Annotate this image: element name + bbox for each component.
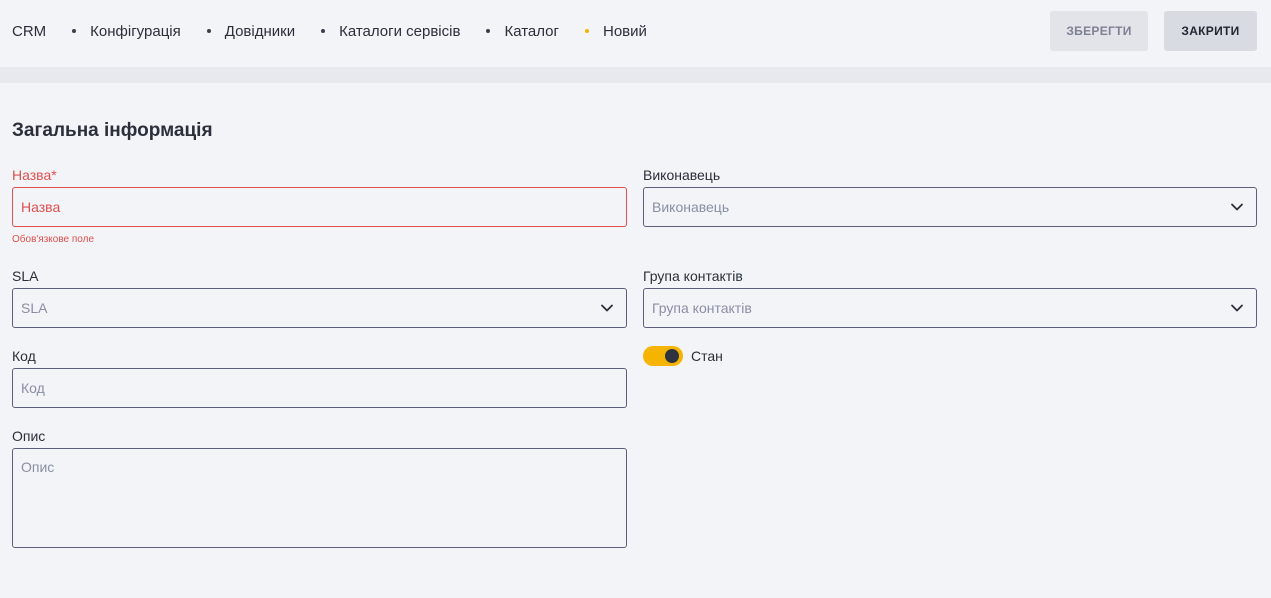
- breadcrumb-label[interactable]: CRM: [12, 23, 46, 40]
- breadcrumb-label[interactable]: Каталоги сервісів: [339, 23, 460, 40]
- name-error-message: Обов'язкове поле: [12, 234, 95, 245]
- executor-label: Виконавець: [643, 167, 721, 183]
- state-toggle[interactable]: [643, 346, 683, 366]
- code-label: Код: [12, 348, 36, 364]
- contact-group-select[interactable]: Група контактів: [643, 288, 1257, 328]
- state-label: Стан: [691, 348, 723, 364]
- breadcrumb-item-new: Новий: [584, 22, 647, 40]
- breadcrumb-item-directories[interactable]: Довідники: [206, 23, 295, 40]
- divider: [0, 67, 1271, 83]
- breadcrumb-item-configuration[interactable]: Конфігурація: [72, 23, 181, 40]
- executor-placeholder: Виконавець: [652, 199, 730, 215]
- breadcrumb-label[interactable]: Конфігурація: [90, 23, 181, 40]
- sla-label: SLA: [12, 268, 39, 284]
- breadcrumb-label[interactable]: Каталог: [504, 23, 559, 40]
- bullet-icon: [72, 29, 77, 33]
- bullet-icon: [486, 29, 491, 33]
- executor-select[interactable]: Виконавець: [643, 187, 1257, 227]
- breadcrumb-item-crm[interactable]: CRM: [12, 23, 46, 40]
- top-bar: CRM Конфігурація Довідники Каталоги серв…: [0, 0, 1271, 67]
- chevron-down-icon: [1231, 304, 1243, 312]
- toggle-knob: [665, 349, 679, 363]
- bullet-icon: [584, 29, 589, 33]
- code-placeholder: Код: [21, 380, 45, 396]
- sla-select[interactable]: SLA: [12, 288, 627, 328]
- breadcrumb-item-catalog[interactable]: Каталог: [486, 23, 559, 40]
- name-label: Назва*: [12, 167, 57, 183]
- contact-group-placeholder: Група контактів: [652, 300, 752, 316]
- breadcrumb-label: Новий: [602, 22, 647, 40]
- breadcrumb-label[interactable]: Довідники: [225, 23, 295, 40]
- breadcrumb: CRM Конфігурація Довідники Каталоги серв…: [12, 21, 647, 41]
- save-button[interactable]: ЗБЕРЕГТИ: [1050, 11, 1148, 51]
- description-placeholder: Опис: [21, 459, 55, 475]
- name-input[interactable]: Назва: [12, 187, 627, 227]
- code-input[interactable]: Код: [12, 368, 627, 408]
- name-placeholder: Назва: [21, 199, 61, 215]
- bullet-icon: [206, 29, 211, 33]
- description-label: Опис: [12, 428, 46, 444]
- close-button[interactable]: ЗАКРИТИ: [1164, 11, 1257, 51]
- breadcrumb-item-service-catalogs[interactable]: Каталоги сервісів: [321, 23, 460, 40]
- bullet-icon: [321, 29, 326, 33]
- chevron-down-icon: [601, 304, 613, 312]
- sla-placeholder: SLA: [21, 300, 48, 316]
- contact-group-label: Група контактів: [643, 268, 743, 284]
- description-textarea[interactable]: Опис: [12, 448, 627, 548]
- chevron-down-icon: [1231, 203, 1243, 211]
- section-title: Загальна інформація: [12, 120, 213, 141]
